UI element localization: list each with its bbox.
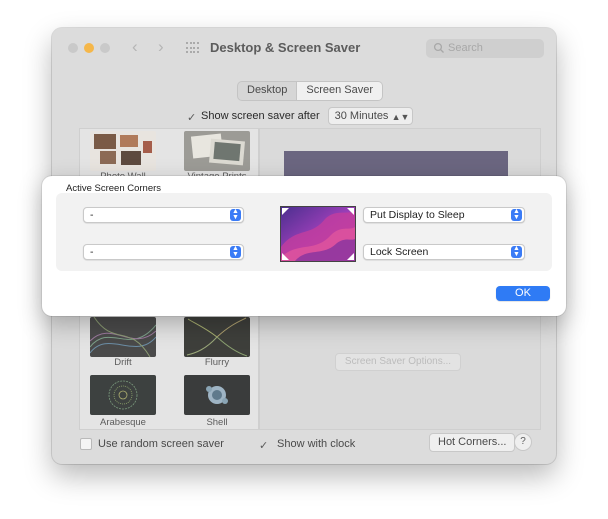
title-bar: ‹ › Desktop & Screen Saver Search <box>52 28 556 68</box>
window-title: Desktop & Screen Saver <box>210 40 361 55</box>
random-saver-checkbox[interactable] <box>80 438 92 450</box>
minimize-window-button[interactable] <box>84 43 94 53</box>
help-button[interactable]: ? <box>514 433 532 451</box>
vintage-prints-thumbnail[interactable] <box>184 131 250 171</box>
shell-thumbnail[interactable] <box>184 375 250 415</box>
tab-control: Desktop Screen Saver <box>237 81 384 101</box>
corners-preview-image <box>280 206 356 262</box>
flurry-thumbnail[interactable] <box>184 317 250 357</box>
random-saver-label: Use random screen saver <box>98 438 224 450</box>
search-icon <box>433 42 444 53</box>
close-window-button[interactable] <box>68 43 78 53</box>
active-screen-corners-sheet: Active Screen Corners - ▲ ▼ - ▲ ▼ Put Di… <box>42 176 566 316</box>
search-placeholder: Search <box>448 42 483 54</box>
ok-button[interactable]: OK <box>496 286 550 301</box>
bottom-left-corner-value: - <box>90 246 94 258</box>
top-right-corner-select[interactable]: Put Display to Sleep ▲ ▼ <box>363 207 525 223</box>
arabesque-thumbnail[interactable] <box>90 375 156 415</box>
select-stepper-icon: ▲ ▼ <box>230 208 241 221</box>
back-arrow-icon[interactable]: ‹ <box>132 37 138 57</box>
preview-screen <box>284 151 508 179</box>
zoom-window-button[interactable] <box>100 43 110 53</box>
bottom-left-corner-select[interactable]: - ▲ ▼ <box>83 244 244 260</box>
select-stepper-icon: ▲ ▼ <box>511 245 522 258</box>
top-left-corner-select[interactable]: - ▲ ▼ <box>83 207 244 223</box>
show-clock-checkbox[interactable]: ✓ <box>259 439 269 452</box>
show-after-value: 30 Minutes <box>334 110 389 122</box>
select-stepper-icon: ▲ ▼ <box>230 245 241 258</box>
screen-saver-options-button[interactable]: Screen Saver Options... <box>335 353 461 371</box>
show-clock-label: Show with clock <box>277 438 356 450</box>
thumbnail-label: Shell <box>206 417 228 428</box>
show-clock-row[interactable]: ✓ Show with clock <box>259 434 355 454</box>
tab-screen-saver[interactable]: Screen Saver <box>296 82 383 100</box>
forward-arrow-icon[interactable]: › <box>158 37 164 57</box>
top-right-corner-value: Put Display to Sleep <box>370 209 465 221</box>
photo-wall-thumbnail[interactable] <box>90 131 156 171</box>
show-after-checkbox[interactable]: ✓ <box>187 111 197 124</box>
show-all-grid-icon[interactable] <box>186 42 199 54</box>
thumbnail-label: Flurry <box>204 357 230 368</box>
show-after-row: ✓ Show screen saver after 30 Minutes ▲▼ <box>187 106 414 126</box>
thumbnail-label: Arabesque <box>100 417 146 428</box>
thumbnail-label: Drift <box>114 357 132 368</box>
hot-corners-button[interactable]: Hot Corners... <box>429 433 516 452</box>
search-field[interactable]: Search <box>426 39 544 58</box>
tab-desktop[interactable]: Desktop <box>238 82 296 100</box>
bottom-right-corner-value: Lock Screen <box>370 246 429 258</box>
select-stepper-icon: ▲ ▼ <box>511 208 522 221</box>
bottom-right-corner-select[interactable]: Lock Screen ▲ ▼ <box>363 244 525 260</box>
show-after-label: Show screen saver after <box>201 110 320 122</box>
top-left-corner-value: - <box>90 209 94 221</box>
random-saver-row[interactable]: Use random screen saver <box>80 434 224 454</box>
show-after-popup[interactable]: 30 Minutes ▲▼ <box>327 107 414 125</box>
popup-arrows-icon: ▲▼ <box>391 112 410 122</box>
corners-group: - ▲ ▼ - ▲ ▼ Put Display to Sleep ▲ ▼ Loc… <box>56 193 552 271</box>
drift-thumbnail[interactable] <box>90 317 156 357</box>
